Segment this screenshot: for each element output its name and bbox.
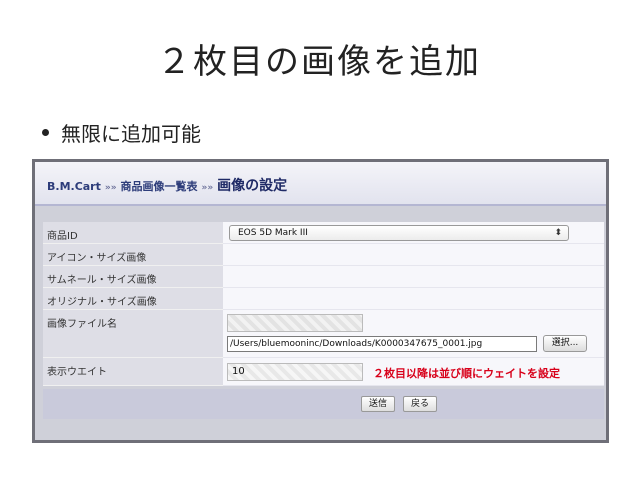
display-weight-input[interactable]: 10 (227, 363, 363, 381)
field-label: 商品ID (43, 222, 223, 244)
form-row-display-weight: 表示ウエイト 10 ２枚目以降は並び順にウェイトを設定 (43, 358, 604, 386)
file-path-input[interactable]: /Users/bluemooninc/Downloads/K0000347675… (227, 336, 537, 352)
icon-size-image-slot (223, 244, 604, 266)
field-label: アイコン・サイズ画像 (43, 244, 223, 266)
form-row-icon-size: アイコン・サイズ画像 (43, 244, 604, 266)
weight-annotation: ２枚目以降は並び順にウェイトを設定 (373, 367, 560, 380)
form-row-file-name: 画像ファイル名 /Users/bluemooninc/Downloads/K00… (43, 310, 604, 358)
product-id-selected: EOS 5D Mark III (238, 228, 308, 238)
form-row-original-size: オリジナル・サイズ画像 (43, 288, 604, 310)
field-label: 表示ウエイト (43, 358, 223, 386)
page-title: 画像の設定 (217, 178, 288, 194)
bullet-text: 無限に追加可能 (61, 122, 201, 146)
field-label: オリジナル・サイズ画像 (43, 288, 223, 310)
breadcrumb-separator: »» (104, 183, 117, 193)
form-row-product-id: 商品ID EOS 5D Mark III ⬍ (43, 222, 604, 244)
browse-button[interactable]: 選択... (543, 335, 587, 352)
image-settings-form: 商品ID EOS 5D Mark III ⬍ アイコン・サイズ画像 サムネール・… (43, 222, 604, 386)
embedded-screenshot: B.M.Cart »» 商品画像一覧表 »» 画像の設定 商品ID EOS 5D… (32, 159, 609, 443)
image-preview-placeholder (227, 314, 363, 332)
page-header: B.M.Cart »» 商品画像一覧表 »» 画像の設定 (35, 162, 606, 206)
form-row-thumb-size: サムネール・サイズ画像 (43, 266, 604, 288)
breadcrumb-image-list[interactable]: 商品画像一覧表 (121, 178, 198, 194)
back-button[interactable]: 戻る (403, 396, 437, 412)
breadcrumb-home[interactable]: B.M.Cart (47, 180, 101, 193)
select-arrow-icon: ⬍ (554, 228, 562, 238)
bullet-item: 無限に追加可能 (42, 118, 201, 147)
thumb-size-image-slot (223, 266, 604, 288)
field-label: サムネール・サイズ画像 (43, 266, 223, 288)
send-button[interactable]: 送信 (361, 396, 395, 412)
field-label: 画像ファイル名 (43, 310, 223, 358)
slide-title: ２枚目の画像を追加 (157, 42, 481, 82)
breadcrumb-separator: »» (201, 183, 214, 193)
product-id-select[interactable]: EOS 5D Mark III ⬍ (229, 225, 569, 241)
bullet-dot-icon (42, 129, 49, 136)
breadcrumb: B.M.Cart »» 商品画像一覧表 »» 画像の設定 (47, 175, 287, 195)
form-footer: 送信 戻る (43, 389, 604, 419)
original-size-image-slot (223, 288, 604, 310)
